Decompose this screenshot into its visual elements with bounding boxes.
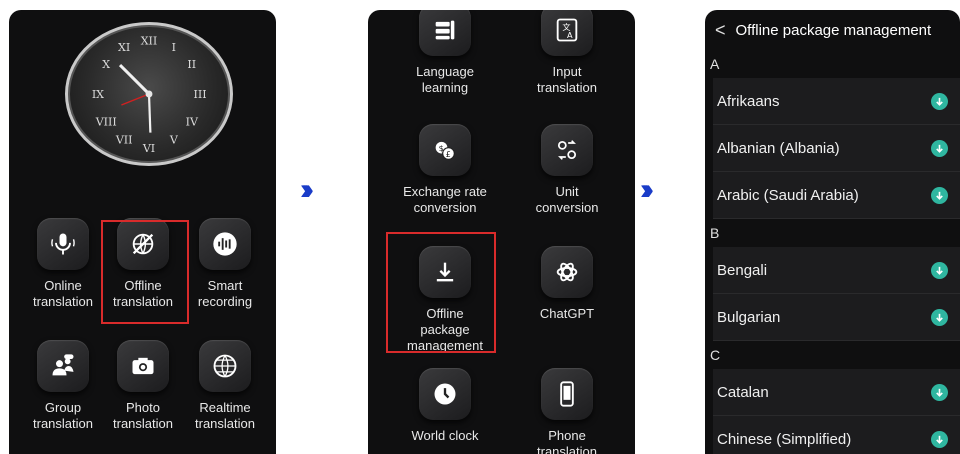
language-row[interactable]: Albanian (Albania): [713, 125, 960, 172]
language-row[interactable]: Bulgarian: [713, 294, 960, 341]
tile-label: Input translation: [537, 64, 597, 95]
tile-input-translation[interactable]: 文A Input translation: [523, 10, 611, 96]
tile-label: Unit conversion: [535, 184, 599, 215]
tile-label: Exchange rate conversion: [403, 184, 487, 215]
svg-text:III: III: [194, 88, 207, 101]
tile-label: ChatGPT: [539, 306, 595, 321]
page-header: < Offline package management: [705, 10, 960, 50]
svg-text:IV: IV: [186, 116, 199, 129]
tile-photo-translation[interactable]: Photo translation: [99, 340, 187, 432]
svg-text:IX: IX: [92, 88, 104, 101]
tile-group-translation[interactable]: Group translation: [19, 340, 107, 432]
currency-exchange-icon: $ £: [419, 124, 471, 176]
tile-label: Smart recording: [197, 278, 253, 309]
tile-label: Realtime translation: [195, 400, 255, 431]
analog-clock: XII I II III IV V VI VII VIII IX X XI: [65, 22, 233, 166]
tile-phone-translation[interactable]: Phone translation: [523, 368, 611, 454]
tile-label: Language learning: [416, 64, 474, 95]
svg-text:A: A: [567, 30, 573, 40]
phone-icon: [541, 368, 593, 420]
svg-text:XII: XII: [141, 34, 158, 47]
download-icon[interactable]: [931, 186, 948, 204]
language-row[interactable]: Bengali: [713, 247, 960, 294]
globe-icon: [199, 340, 251, 392]
tile-world-clock[interactable]: World clock: [401, 368, 489, 444]
tile-label: Phone translation: [537, 428, 597, 454]
language-row[interactable]: Catalan: [713, 369, 960, 416]
svg-text:II: II: [187, 58, 196, 71]
language-row[interactable]: Chinese (Simplified): [713, 416, 960, 454]
tile-realtime-translation[interactable]: Realtime translation: [181, 340, 269, 432]
language-name: Catalan: [717, 383, 769, 401]
tile-label: Photo translation: [113, 400, 173, 431]
tile-language-learning[interactable]: Language learning: [401, 10, 489, 96]
input-translate-icon: 文A: [541, 10, 593, 56]
svg-text:I: I: [172, 41, 176, 54]
tile-label: World clock: [411, 428, 479, 443]
section-header: B: [710, 225, 720, 241]
tile-unit-conversion[interactable]: Unit conversion: [523, 124, 611, 216]
unit-conversion-icon: [541, 124, 593, 176]
clock-face-icon: XIIIII IIIIVV VIVIIVIII IXXXI: [92, 34, 207, 155]
tile-online-translation[interactable]: Online translation: [19, 218, 107, 310]
language-name: Arabic (Saudi Arabia): [717, 186, 859, 204]
svg-text:VI: VI: [142, 142, 155, 155]
flow-arrow-1: ›››: [300, 173, 314, 206]
chatgpt-icon: [541, 246, 593, 298]
download-icon[interactable]: [931, 92, 948, 110]
flow-arrow-2: ›››: [640, 173, 654, 206]
svg-text:V: V: [169, 134, 179, 147]
tile-label: Group translation: [33, 400, 93, 431]
language-list: A Afrikaans Albanian (Albania) Arabic (Saud…: [705, 50, 960, 454]
tile-exchange-rate-conversion[interactable]: $ £ Exchange rate conversion: [401, 124, 489, 216]
language-name: Bengali: [717, 261, 768, 279]
offline-package-panel: < Offline package management A Afrikaans A…: [705, 10, 960, 454]
svg-text:VII: VII: [115, 134, 133, 147]
camera-icon: [117, 340, 169, 392]
language-name: Albanian (Albania): [717, 139, 840, 157]
waveform-icon: [199, 218, 251, 270]
language-name: Chinese (Simplified): [717, 430, 852, 448]
clock-icon: [419, 368, 471, 420]
download-icon[interactable]: [931, 261, 948, 279]
books-icon: [419, 10, 471, 56]
highlight-box-offline-translation: [101, 220, 189, 324]
download-icon[interactable]: [931, 139, 948, 157]
svg-text:VIII: VIII: [95, 116, 117, 129]
svg-text:XI: XI: [118, 41, 130, 54]
section-header: C: [710, 347, 721, 363]
language-row[interactable]: Arabic (Saudi Arabia): [713, 172, 960, 219]
tile-chatgpt[interactable]: ChatGPT: [523, 246, 611, 322]
page-title: Offline package management: [735, 21, 932, 39]
language-row[interactable]: Afrikaans: [713, 78, 960, 125]
download-icon[interactable]: [931, 383, 948, 401]
home-screen-panel: XII I II III IV V VI VII VIII IX X XI Online tra…: [9, 10, 276, 454]
download-icon[interactable]: [931, 308, 948, 326]
language-name: Bulgarian: [717, 308, 781, 326]
tools-screen-panel: Language learning 文A Input translation $…: [368, 10, 635, 454]
group-people-icon: [37, 340, 89, 392]
tile-label: Online translation: [33, 278, 93, 309]
svg-text:£: £: [446, 149, 451, 159]
microphone-icon: [37, 218, 89, 270]
tile-smart-recording[interactable]: Smart recording: [181, 218, 269, 310]
svg-text:X: X: [102, 58, 110, 71]
highlight-box-offline-package: [386, 232, 496, 353]
section-header: A: [710, 56, 720, 72]
download-icon[interactable]: [931, 430, 948, 448]
back-chevron-icon[interactable]: <: [715, 20, 726, 41]
language-name: Afrikaans: [717, 92, 780, 110]
